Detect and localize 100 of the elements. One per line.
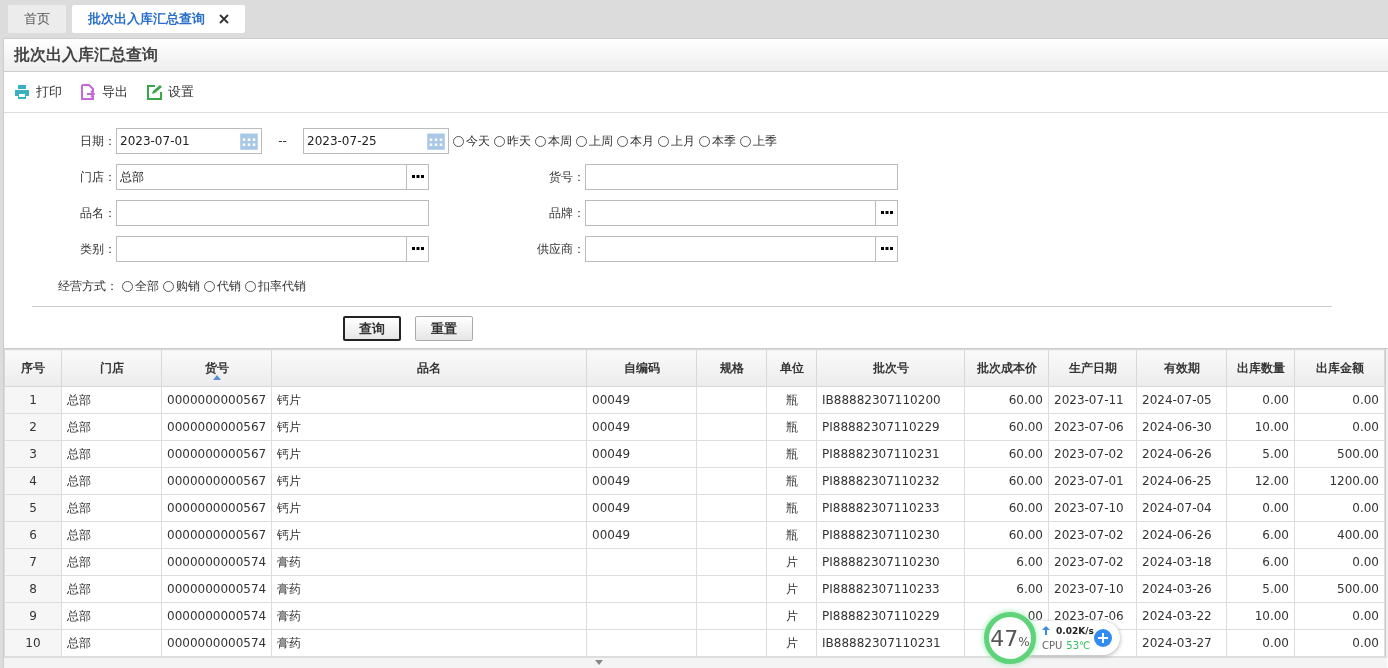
table-cell: 6	[4, 521, 62, 549]
table-cell: 60.00	[964, 521, 1049, 549]
column-header[interactable]: 门店	[61, 349, 162, 387]
field-label: 供应商：	[536, 240, 585, 258]
radio-option[interactable]: 扣率代销	[245, 277, 306, 295]
table-cell: 膏药	[271, 629, 587, 657]
table-cell: 00049	[586, 467, 697, 495]
table-cell: 00049	[586, 386, 697, 414]
table-cell: 钙片	[271, 440, 587, 468]
table-cell: 0.00	[1294, 548, 1385, 576]
table-cell: 0000000000567	[161, 386, 272, 414]
more-icon	[880, 211, 893, 215]
table-cell: 60.00	[964, 413, 1049, 441]
table-cell: 0000000000567	[161, 440, 272, 468]
table-cell: 0000000000567	[161, 467, 272, 495]
column-header[interactable]: 出库金额	[1294, 349, 1385, 387]
column-header[interactable]: 序号	[4, 349, 62, 387]
column-header[interactable]: 货号	[161, 349, 272, 387]
table-cell: 2023-07-11	[1048, 386, 1137, 414]
table-cell: 2024-06-26	[1136, 440, 1227, 468]
radio-option[interactable]: 本周	[535, 132, 572, 150]
table-cell: 瓶	[766, 440, 817, 468]
table-cell: 1200.00	[1294, 467, 1385, 495]
close-icon[interactable]	[219, 14, 229, 24]
field-label: 品牌：	[548, 204, 585, 222]
table-cell: 0.00	[1294, 386, 1385, 414]
table-cell: 00049	[586, 494, 697, 522]
radio-option[interactable]: 昨天	[494, 132, 531, 150]
radio-option[interactable]: 上月	[658, 132, 695, 150]
toolbar-button[interactable]: 打印	[14, 83, 62, 101]
table-cell: 2023-07-06	[1048, 413, 1137, 441]
radio-option[interactable]: 本月	[617, 132, 654, 150]
range-separator: --	[277, 134, 288, 148]
input-field[interactable]	[585, 200, 898, 226]
table-cell: PI88882307110229	[816, 413, 965, 441]
cpu-temperature: 53℃	[1066, 639, 1091, 651]
table-cell: 60.00	[964, 440, 1049, 468]
table-cell: 60.00	[964, 494, 1049, 522]
radio-option[interactable]: 上周	[576, 132, 613, 150]
column-header[interactable]: 规格	[696, 349, 767, 387]
table-cell: 7	[4, 548, 62, 576]
table-cell: 瓶	[766, 467, 817, 495]
toolbar-button[interactable]: 导出	[80, 83, 128, 101]
column-header[interactable]: 单位	[766, 349, 817, 387]
table-cell: 2024-06-26	[1136, 521, 1227, 549]
table-cell: 0000000000574	[161, 575, 272, 603]
table-cell: 2024-06-25	[1136, 467, 1227, 495]
table-cell: 60.00	[964, 467, 1049, 495]
table-cell: 3	[4, 440, 62, 468]
form-button[interactable]: 查询	[343, 316, 401, 341]
input-field[interactable]	[585, 164, 898, 190]
table-cell: 总部	[61, 440, 162, 468]
radio-option[interactable]: 今天	[453, 132, 490, 150]
column-header[interactable]: 自编码	[586, 349, 697, 387]
table-cell: 钙片	[271, 521, 587, 549]
table-cell: 总部	[61, 548, 162, 576]
input-field[interactable]	[116, 200, 429, 226]
form-button[interactable]: 重置	[415, 316, 473, 341]
table-cell: 400.00	[1294, 521, 1385, 549]
table-cell: 10.00	[1226, 602, 1295, 630]
table-cell: 9	[4, 602, 62, 630]
column-header[interactable]: 出库数量	[1226, 349, 1295, 387]
radio-option[interactable]: 全部	[122, 277, 159, 295]
input-field[interactable]: 总部	[116, 164, 429, 190]
toolbar-button[interactable]: 设置	[146, 83, 194, 101]
table-cell: 2023-07-02	[1048, 440, 1137, 468]
table-cell: 钙片	[271, 413, 587, 441]
table-cell: 5.00	[1226, 575, 1295, 603]
table-cell: 2024-03-22	[1136, 602, 1227, 630]
column-header[interactable]: 批次号	[816, 349, 965, 387]
table-cell: 5	[4, 494, 62, 522]
table-cell: 8	[4, 575, 62, 603]
radio-option[interactable]: 本季	[699, 132, 736, 150]
input-field[interactable]	[585, 236, 898, 262]
input-field[interactable]	[116, 236, 429, 262]
table-cell: 10.00	[1226, 413, 1295, 441]
radio-option[interactable]: 上季	[740, 132, 777, 150]
table-cell: 00049	[586, 440, 697, 468]
table-cell: 钙片	[271, 386, 587, 414]
column-header[interactable]: 有效期	[1136, 349, 1227, 387]
table-cell: 膏药	[271, 602, 587, 630]
table-cell: 00049	[586, 521, 697, 549]
column-header[interactable]: 批次成本价	[964, 349, 1049, 387]
caret-down-icon[interactable]	[595, 660, 603, 665]
table-cell: 2024-07-05	[1136, 386, 1227, 414]
table-cell: 钙片	[271, 494, 587, 522]
calendar-icon[interactable]	[239, 131, 259, 151]
radio-option[interactable]: 购销	[163, 277, 200, 295]
radio-option[interactable]: 代销	[204, 277, 241, 295]
plus-icon[interactable]	[1094, 629, 1112, 647]
column-header[interactable]: 品名	[271, 349, 587, 387]
table-cell: 6.00	[964, 548, 1049, 576]
cpu-label: CPU	[1042, 639, 1063, 651]
tab[interactable]: 首页	[8, 5, 66, 33]
date-field[interactable]: 2023-07-01	[116, 128, 262, 154]
column-header[interactable]: 生产日期	[1048, 349, 1137, 387]
edit-icon	[146, 84, 162, 100]
tab[interactable]: 批次出入库汇总查询	[72, 5, 245, 33]
calendar-icon[interactable]	[426, 131, 446, 151]
date-field[interactable]: 2023-07-25	[303, 128, 449, 154]
